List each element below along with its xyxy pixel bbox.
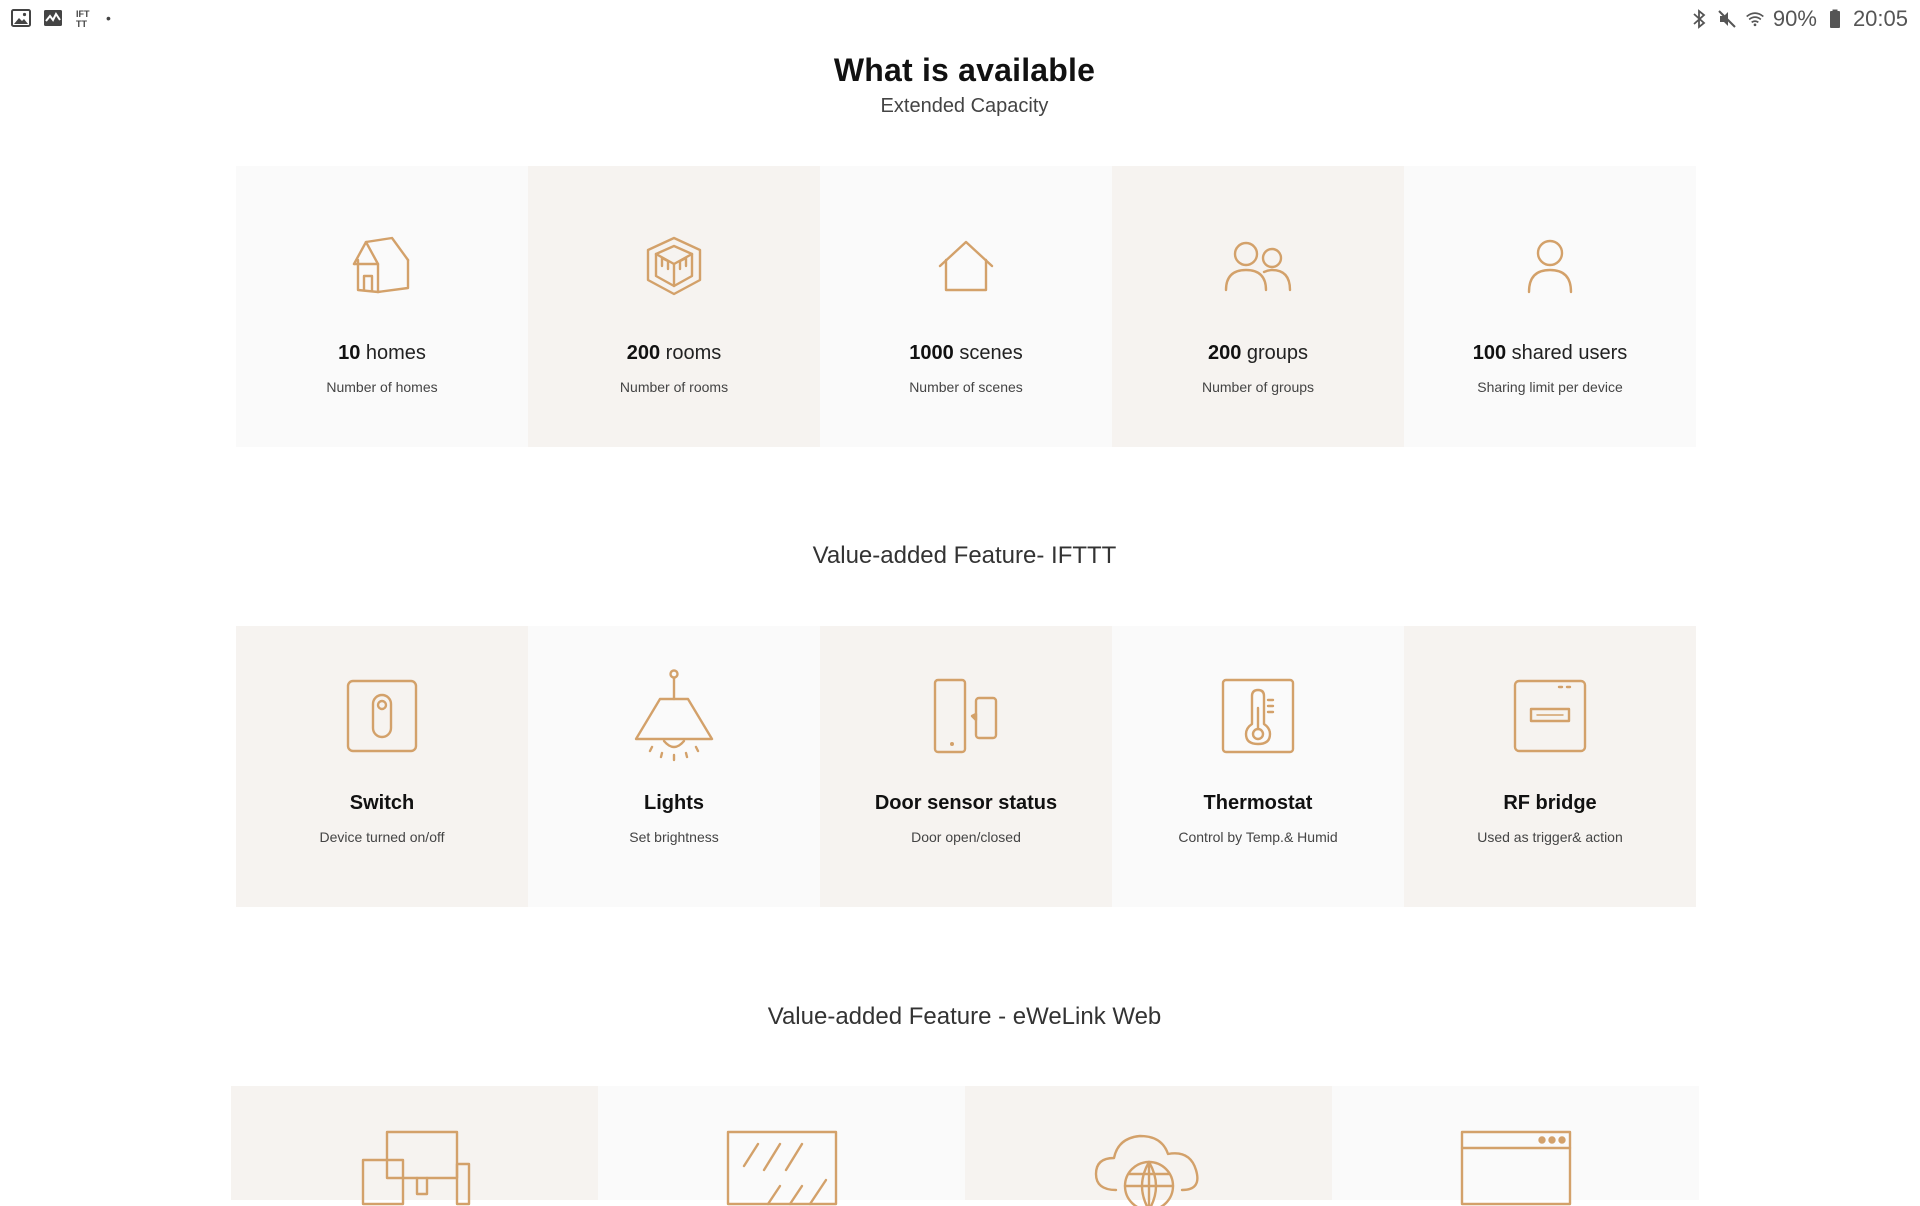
- web-card-devices: [231, 1086, 598, 1206]
- capacity-unit: homes: [360, 342, 426, 364]
- feature-title: RF bridge: [1503, 792, 1597, 814]
- feature-description: Set brightness: [629, 829, 719, 845]
- switch-icon: [340, 674, 424, 758]
- clock: 20:05: [1852, 6, 1908, 31]
- capacity-description: Number of homes: [326, 379, 438, 395]
- capacity-unit: rooms: [660, 342, 722, 364]
- lamp-icon: [632, 669, 716, 762]
- capacity-value: 200 rooms: [627, 342, 722, 365]
- web-grid: [231, 1086, 1699, 1206]
- capacity-description: Sharing limit per device: [1477, 379, 1623, 395]
- capacity-card-scenes: 1000 scenes Number of scenes: [820, 166, 1112, 447]
- page-title: What is available: [833, 52, 1096, 88]
- capacity-card-rooms: 200 rooms Number of rooms: [528, 166, 820, 447]
- capacity-unit: groups: [1241, 342, 1309, 364]
- feature-title: Thermostat: [1203, 792, 1313, 814]
- capacity-number: 100: [1472, 342, 1507, 364]
- glass-panel-icon: [722, 1130, 842, 1206]
- page-heading: What is available Extended Capacity: [0, 52, 1920, 118]
- ifttt-card-lights: Lights Set brightness: [528, 626, 820, 907]
- ifttt-card-door-sensor: Door sensor status Door open/closed: [820, 626, 1112, 907]
- capacity-number: 200: [1207, 342, 1242, 364]
- ifttt-section-title: Value-added Feature- IFTTT: [812, 542, 1117, 569]
- capacity-value: 10 homes: [338, 342, 426, 365]
- status-bar-left: IFT TT •: [10, 8, 111, 28]
- page-subtitle: Extended Capacity: [880, 95, 1049, 117]
- svg-text:IFT: IFT: [76, 9, 90, 19]
- ifttt-icon: IFT TT: [74, 8, 96, 28]
- web-section-title: Value-added Feature - eWeLink Web: [767, 1003, 1162, 1030]
- capacity-description: Number of scenes: [909, 379, 1023, 395]
- group-users-icon: [1216, 224, 1300, 308]
- room-cube-icon: [632, 224, 716, 308]
- door-sensor-icon: [924, 674, 1008, 758]
- capacity-number: 200: [626, 342, 661, 364]
- capacity-description: Number of rooms: [619, 379, 729, 395]
- feature-title: Switch: [349, 792, 415, 814]
- ifttt-grid: Switch Device turned on/off Lights Set b…: [236, 626, 1696, 907]
- feature-description: Used as trigger& action: [1477, 829, 1623, 845]
- svg-text:TT: TT: [76, 19, 87, 28]
- capacity-card-shared-users: 100 shared users Sharing limit per devic…: [1404, 166, 1696, 447]
- ifttt-card-switch: Switch Device turned on/off: [236, 626, 528, 907]
- bluetooth-icon: [1689, 8, 1709, 30]
- web-card-browser-window: [1332, 1086, 1699, 1206]
- feature-title: Lights: [644, 792, 704, 814]
- web-card-cloud-globe: [965, 1086, 1332, 1206]
- dot-icon: •: [106, 10, 111, 26]
- image-icon: [10, 8, 32, 28]
- capacity-number: 1000: [909, 342, 954, 364]
- capacity-value: 100 shared users: [1473, 342, 1628, 365]
- mute-icon: [1717, 8, 1737, 30]
- capacity-value: 1000 scenes: [909, 342, 1022, 365]
- capacity-grid: 10 homes Number of homes 200 rooms Numbe…: [236, 166, 1696, 447]
- rf-bridge-icon: [1508, 674, 1592, 758]
- capacity-unit: shared users: [1506, 342, 1628, 364]
- feature-description: Control by Temp.& Humid: [1178, 829, 1338, 845]
- devices-icon: [355, 1130, 475, 1206]
- home-3d-icon: [340, 224, 424, 308]
- house-outline-icon: [924, 224, 1008, 308]
- feature-description: Door open/closed: [911, 829, 1021, 845]
- feature-title: Door sensor status: [874, 792, 1058, 814]
- status-bar: IFT TT • 90% 20:05: [0, 0, 1920, 36]
- battery-icon: [1825, 8, 1845, 30]
- capacity-card-groups: 200 groups Number of groups: [1112, 166, 1404, 447]
- user-icon: [1508, 224, 1592, 308]
- capacity-value: 200 groups: [1208, 342, 1308, 365]
- activity-icon: [42, 8, 64, 28]
- capacity-unit: scenes: [953, 342, 1023, 364]
- capacity-description: Number of groups: [1201, 379, 1315, 395]
- ifttt-card-rf-bridge: RF bridge Used as trigger& action: [1404, 626, 1696, 907]
- browser-window-icon: [1456, 1130, 1576, 1206]
- thermometer-icon: [1216, 674, 1300, 758]
- web-card-glass-panel: [598, 1086, 965, 1206]
- capacity-number: 10: [338, 342, 361, 364]
- status-bar-right: 90% 20:05: [1689, 6, 1908, 32]
- battery-percent: 90%: [1772, 6, 1817, 31]
- feature-description: Device turned on/off: [319, 829, 445, 845]
- wifi-icon: [1745, 8, 1765, 30]
- cloud-globe-icon: [1089, 1130, 1209, 1206]
- ifttt-card-thermostat: Thermostat Control by Temp.& Humid: [1112, 626, 1404, 907]
- capacity-card-homes: 10 homes Number of homes: [236, 166, 528, 447]
